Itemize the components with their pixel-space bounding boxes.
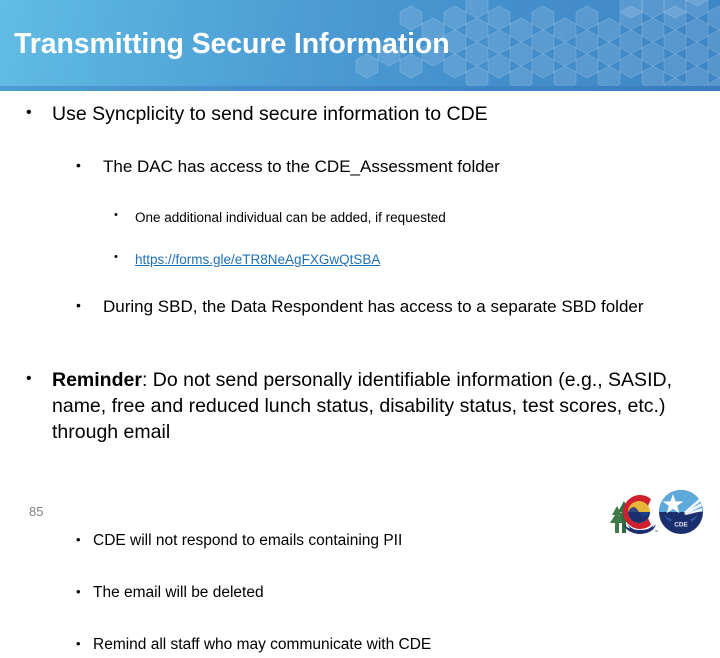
bullet-marker-icon: • <box>76 636 81 651</box>
forms-gle-hyperlink[interactable]: https://forms.gle/eTR8NeAgFXGwQtSBA <box>135 252 380 267</box>
bullet-item-level3-form-link: • https://forms.gle/eTR8NeAgFXGwQtSBA <box>114 249 695 270</box>
bullet-marker-icon: • <box>76 157 81 173</box>
bullet-marker-icon: • <box>26 370 32 387</box>
bullet-item-level2-no-response-pii: • CDE will not respond to emails contain… <box>76 528 693 554</box>
bullet-marker-icon: • <box>26 104 32 121</box>
cde-logo: CDE <box>659 490 703 534</box>
bullet-text: Use Syncplicity to send secure informati… <box>52 103 488 125</box>
bullet-text: The email will be deleted <box>93 584 264 601</box>
slide: Transmitting Secure Information • Use Sy… <box>0 0 720 653</box>
reminder-label: Reminder <box>52 369 142 391</box>
page-number: 85 <box>29 504 44 519</box>
bullet-marker-icon: • <box>76 297 81 313</box>
slide-header-banner: Transmitting Secure Information <box>0 0 720 86</box>
bullet-item-level2-dac-access: • The DAC has access to the CDE_Assessme… <box>76 155 693 179</box>
bullet-item-level2-sbd-folder: • During SBD, the Data Respondent has ac… <box>76 295 703 319</box>
bullet-text: During SBD, the Data Respondent has acce… <box>103 297 644 316</box>
bullet-marker-icon: • <box>114 251 118 263</box>
slide-content: • Use Syncplicity to send secure informa… <box>0 91 720 653</box>
page-title: Transmitting Secure Information <box>14 28 450 60</box>
bullet-item-level2-remind-staff: • Remind all staff who may communicate w… <box>76 632 693 658</box>
bullet-item-level2-email-deleted: • The email will be deleted <box>76 580 693 606</box>
bullet-text: https://forms.gle/eTR8NeAgFXGwQtSBA <box>135 249 695 270</box>
bullet-text: The DAC has access to the CDE_Assessment… <box>103 157 500 176</box>
bullet-text: Remind all staff who may communicate wit… <box>93 636 432 653</box>
bullet-text: Reminder: Do not send personally identif… <box>52 367 672 445</box>
bullet-item-level1-syncplicity: • Use Syncplicity to send secure informa… <box>26 101 692 127</box>
reminder-body: : Do not send personally identifiable in… <box>52 369 672 443</box>
colorado-state-logo: ™ <box>610 495 658 534</box>
bullet-item-level1-reminder: • Reminder: Do not send personally ident… <box>26 367 672 445</box>
bullet-text: CDE will not respond to emails containin… <box>93 532 403 549</box>
bullet-marker-icon: • <box>114 209 118 221</box>
footer-logos: ™ CDE <box>608 487 712 535</box>
cde-logo-text: CDE <box>674 522 688 529</box>
bullet-item-level3-additional-individual: • One additional individual can be added… <box>114 207 695 228</box>
bullet-marker-icon: • <box>76 584 81 599</box>
bullet-text: One additional individual can be added, … <box>135 210 446 225</box>
